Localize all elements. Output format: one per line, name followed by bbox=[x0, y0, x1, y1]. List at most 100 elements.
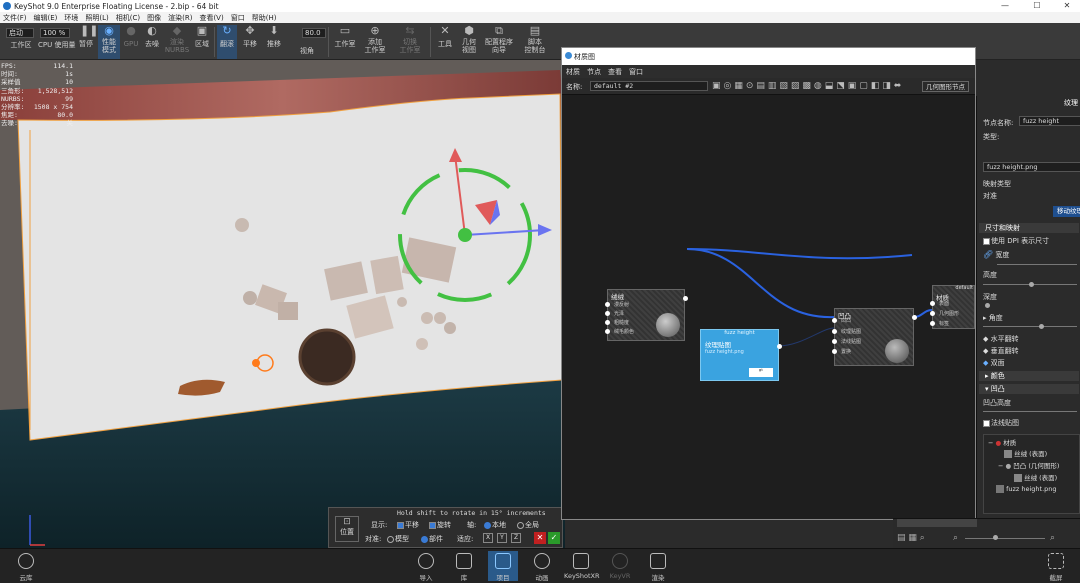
keyvr-button[interactable]: KeyVR bbox=[608, 553, 632, 580]
import-button[interactable]: 导入 bbox=[414, 553, 438, 582]
tree-item[interactable]: − ● 凹凸 (几何图形) bbox=[998, 460, 1059, 470]
axis-global-radio[interactable]: 全局 bbox=[517, 520, 539, 530]
thumbnail-size-knob[interactable] bbox=[993, 535, 998, 540]
menu-render[interactable]: 渲染(R) bbox=[168, 13, 192, 23]
section-color[interactable]: ▸ 颜色 bbox=[979, 371, 1079, 381]
node-name-input[interactable]: fuzz height bbox=[1019, 116, 1080, 126]
view-mode-icons[interactable]: ▤ ▦ ⌕ bbox=[897, 533, 925, 543]
flip-horizontal[interactable]: ◆ 水平翻转 bbox=[983, 334, 1019, 344]
script-console-button[interactable]: ▤ 脚本 控制台 bbox=[520, 25, 550, 59]
fuzz-height-texture-node[interactable]: fuzz height 纹理贴图 fuzz height.png ᵍᵗ bbox=[700, 329, 782, 381]
depth-slider-knob[interactable] bbox=[985, 303, 990, 308]
region-button[interactable]: ▣ 区域 bbox=[192, 25, 212, 59]
tree-item[interactable]: 丝绒 (表面) bbox=[1004, 448, 1047, 458]
angle-slider[interactable] bbox=[983, 326, 1077, 327]
angle-slider-knob[interactable] bbox=[1039, 324, 1044, 329]
cancel-icon[interactable]: ✕ bbox=[534, 532, 546, 544]
position-button[interactable]: ⊡ 位置 bbox=[335, 516, 359, 542]
mg-menu-view[interactable]: 查看 bbox=[608, 67, 622, 77]
use-dpi-checkbox[interactable]: 使用 DPI 表示尺寸 bbox=[983, 236, 1049, 246]
minimize-button[interactable]: — bbox=[990, 0, 1020, 12]
mg-menu-node[interactable]: 节点 bbox=[587, 67, 601, 77]
screenshot-button[interactable]: 截屏 bbox=[1044, 553, 1068, 582]
animation-button[interactable]: 动画 bbox=[530, 553, 554, 582]
link-icon[interactable]: 🔗︎ bbox=[983, 250, 993, 259]
pause-button[interactable]: ❚❚ 暂停 bbox=[76, 25, 98, 59]
fov-input[interactable]: 80.0 bbox=[302, 28, 326, 38]
zoom-in-icon[interactable]: ⌕ bbox=[1050, 533, 1055, 543]
configurator-wizard-button[interactable]: ⧉ 配置程序 向导 bbox=[482, 25, 516, 59]
add-studio-button[interactable]: ⊕ 添加 工作室 bbox=[362, 25, 388, 59]
tools-button[interactable]: ✕ 工具 bbox=[434, 25, 456, 59]
mg-menu-window[interactable]: 窗口 bbox=[629, 67, 643, 77]
render-button[interactable]: 渲染 bbox=[646, 553, 670, 582]
project-button[interactable]: 项目 bbox=[488, 551, 518, 582]
dolly-icon: ⬇ bbox=[269, 24, 279, 37]
translate-checkbox[interactable]: 平移 bbox=[397, 520, 419, 530]
zoom-select[interactable]: 100 % bbox=[40, 28, 70, 38]
node-graph-canvas[interactable]: 绒绒 漫反射 光泽 粗糙度 绒毛颜色 fuzz height 纹理贴图 fuzz… bbox=[562, 95, 975, 519]
flip-vertical[interactable]: ◆ 垂直翻转 bbox=[983, 346, 1019, 356]
move-texture-button[interactable]: 移动纹理 bbox=[1053, 206, 1080, 217]
tree-item[interactable]: 丝绒 (表面) bbox=[1014, 472, 1057, 482]
axis-local-radio[interactable]: 本地 bbox=[484, 520, 506, 530]
pan-button[interactable]: ✥ 平移 bbox=[239, 25, 261, 59]
performance-mode-button[interactable]: ◉ 性能 模式 bbox=[98, 25, 120, 59]
thumbnail-size-slider[interactable] bbox=[965, 538, 1045, 539]
gpu-button[interactable]: ● GPU bbox=[122, 25, 140, 59]
tree-item[interactable]: fuzz height.png bbox=[996, 485, 1057, 493]
menu-file[interactable]: 文件(F) bbox=[3, 13, 27, 23]
rotate-checkbox[interactable]: 旋转 bbox=[429, 520, 451, 530]
keyshotxr-button[interactable]: KeyShotXR bbox=[564, 553, 600, 580]
align-part-radio[interactable]: 部件 bbox=[421, 534, 443, 544]
quality-select[interactable]: 启动 bbox=[6, 28, 34, 38]
height-slider-knob[interactable] bbox=[1029, 282, 1034, 287]
height-label: 高度 bbox=[983, 271, 997, 279]
tree-item[interactable]: − ● 材质 bbox=[988, 437, 1016, 447]
section-size-mapping[interactable]: 尺寸和映射 bbox=[979, 223, 1079, 233]
menu-help[interactable]: 帮助(H) bbox=[252, 13, 277, 23]
geometry-node-button[interactable]: 几何图形节点 bbox=[922, 81, 969, 92]
denoise-button[interactable]: ◐ 去噪 bbox=[142, 25, 162, 59]
velvet-node[interactable]: 绒绒 漫反射 光泽 粗糙度 绒毛颜色 bbox=[605, 289, 688, 341]
align-model-radio[interactable]: 模型 bbox=[387, 534, 409, 544]
menu-window[interactable]: 窗口 bbox=[231, 13, 245, 23]
switch-studio-button[interactable]: ⇆ 切换 工作室 bbox=[396, 25, 424, 59]
menu-environment[interactable]: 环境 bbox=[64, 13, 78, 23]
bump-height-slider[interactable] bbox=[983, 411, 1077, 412]
menu-image[interactable]: 图像 bbox=[147, 13, 161, 23]
menu-view[interactable]: 查看(V) bbox=[199, 13, 223, 23]
section-bump[interactable]: ▾ 凹凸 bbox=[979, 384, 1079, 394]
texture-tab[interactable]: 纹理 bbox=[1064, 98, 1078, 108]
both-sides[interactable]: ◆ 双面 bbox=[983, 358, 1005, 368]
normal-map-checkbox[interactable]: 法线贴图 bbox=[983, 418, 1019, 428]
tumble-button[interactable]: ↻ 翻滚 bbox=[217, 25, 237, 59]
library-button[interactable]: 库 bbox=[452, 553, 476, 582]
bump-node[interactable]: 凹凸 凹凸 纹理贴图 法线贴图 置换 bbox=[832, 308, 917, 366]
menu-edit[interactable]: 编辑(E) bbox=[34, 13, 58, 23]
mg-menu-material[interactable]: 材质 bbox=[566, 67, 580, 77]
cloud-library-button[interactable]: 云库 bbox=[14, 553, 38, 582]
menu-camera[interactable]: 相机(C) bbox=[116, 13, 140, 23]
maximize-button[interactable]: ☐ bbox=[1022, 0, 1052, 12]
snap-y-button[interactable]: Y bbox=[497, 533, 507, 543]
scene-render bbox=[0, 60, 565, 548]
texture-thumbnail: ᵍᵗ bbox=[749, 368, 773, 377]
material-output-node[interactable]: default 材质 表面 几何图形 标签 bbox=[930, 285, 975, 329]
stat-label: NURBS: bbox=[1, 94, 25, 103]
menu-lighting[interactable]: 照明(L) bbox=[85, 13, 108, 23]
width-slider[interactable] bbox=[997, 264, 1077, 265]
material-name-input[interactable]: default #2 bbox=[590, 81, 708, 91]
snap-z-button[interactable]: Z bbox=[511, 533, 521, 543]
close-button[interactable]: ✕ bbox=[1052, 0, 1080, 12]
confirm-icon[interactable]: ✓ bbox=[548, 532, 560, 544]
dolly-button[interactable]: ⬇ 推移 bbox=[263, 25, 285, 59]
studio-button[interactable]: ▭ 工作室 bbox=[332, 25, 358, 59]
zoom-out-icon[interactable]: ⌕ bbox=[953, 533, 958, 543]
texture-file-input[interactable]: fuzz height.png bbox=[983, 162, 1080, 172]
render-nurbs-button[interactable]: ◆ 渲染 NURBS bbox=[164, 25, 190, 59]
geometry-view-button[interactable]: ⬢ 几何 视图 bbox=[458, 25, 480, 59]
snap-x-button[interactable]: X bbox=[483, 533, 493, 543]
render-viewport[interactable] bbox=[0, 60, 565, 548]
graph-tool-icons[interactable]: ▣◎▦⊙▤▥▧▨▩◍⬓⬔▣▢◧◨⬌ bbox=[712, 81, 904, 91]
